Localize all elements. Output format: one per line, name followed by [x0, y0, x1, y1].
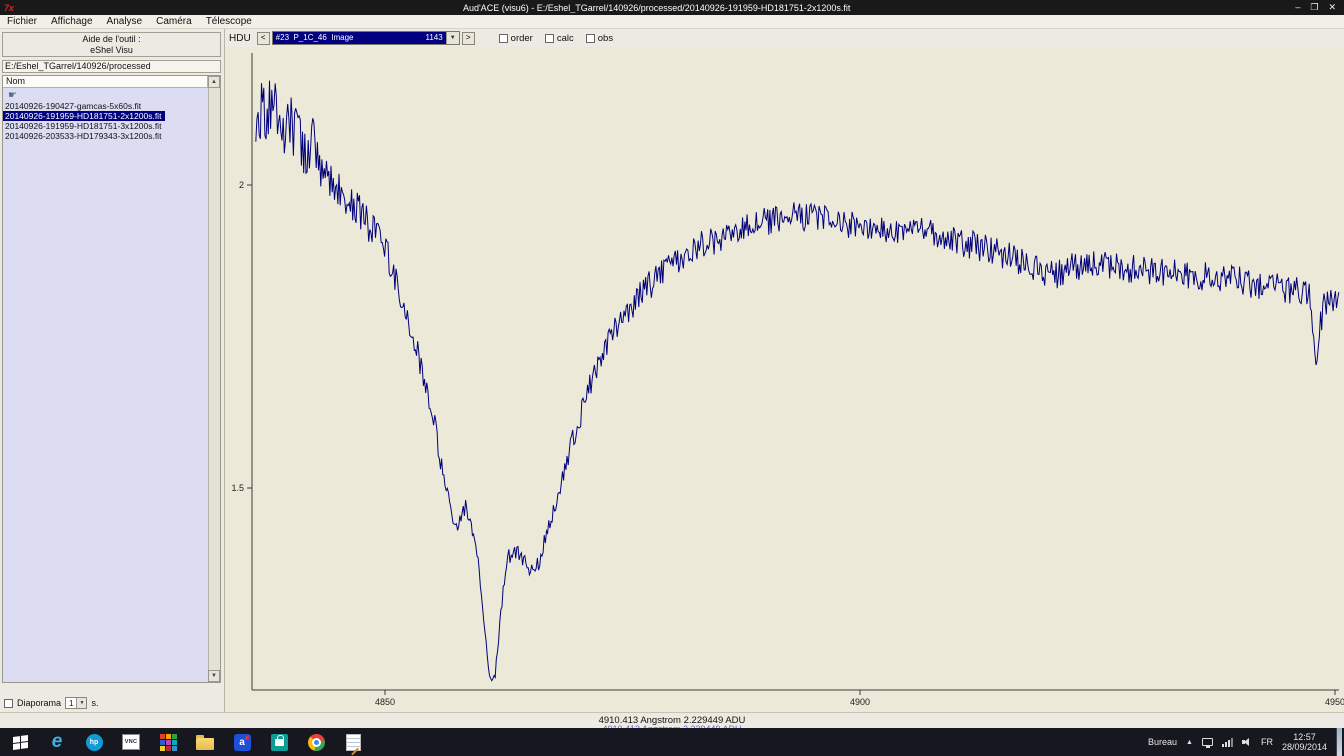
tool-help-line2: eShel Visu [3, 45, 220, 56]
sidebar: Aide de l'outil : eShel Visu E:/Eshel_TG… [0, 29, 225, 712]
file-item[interactable]: 20140926-191959-HD181751-2x1200s.fit [3, 111, 165, 121]
main-area: HDU < #23 P_1C_46 Image 1143 ▼ > order ca… [225, 29, 1344, 712]
menu-bar: FichierAffichageAnalyseCaméraTélescope [0, 15, 1344, 29]
hdu-selected-value: #23 P_1C_46 Image 1143 [273, 32, 446, 44]
audace-taskbar-button[interactable]: a [230, 729, 254, 755]
file-item[interactable]: 20140926-203533-HD179343-3x1200s.fit [3, 131, 161, 141]
hand-icon: ☛ [3, 90, 208, 101]
hp-button[interactable]: hp [82, 729, 106, 755]
display-options: order calc obs [487, 33, 613, 44]
internet-explorer-button[interactable]: e [45, 729, 69, 755]
hdu-label: HDU [229, 33, 251, 44]
obs-option: obs [586, 33, 613, 44]
svg-text:2: 2 [239, 180, 244, 190]
file-explorer-button[interactable] [193, 729, 217, 755]
tool-help-box: Aide de l'outil : eShel Visu [2, 32, 221, 57]
minimize-button[interactable]: – [1295, 1, 1300, 14]
obs-checkbox-label: obs [598, 33, 613, 44]
start-button[interactable] [8, 729, 32, 755]
windows-logo-icon [13, 734, 28, 749]
notepad-icon [346, 734, 361, 751]
spectrum-plot[interactable]: 2 1.5 4850 4900 4950 [225, 47, 1344, 712]
diaporama-checkbox[interactable] [4, 699, 13, 708]
calc-checkbox[interactable] [545, 34, 554, 43]
taskbar: e hp VNC a Bureau ▲ [0, 728, 1344, 756]
close-button[interactable]: ✕ [1328, 1, 1336, 14]
hdu-index: 1143 [425, 32, 442, 44]
calc-option: calc [545, 33, 574, 44]
column-header-nom[interactable]: Nom [3, 76, 208, 88]
file-item[interactable]: 20140926-190427-gamcas-5x60s.fit [3, 101, 141, 111]
clock[interactable]: 12:57 28/09/2014 [1282, 732, 1327, 752]
display-tray-icon[interactable] [1202, 738, 1213, 746]
menu-fichier[interactable]: Fichier [0, 15, 44, 28]
diaporama-label: Diaporama [17, 698, 61, 708]
svg-text:4950: 4950 [1325, 697, 1344, 707]
obs-checkbox[interactable] [586, 34, 595, 43]
order-option: order [499, 33, 533, 44]
menu-camera[interactable]: Caméra [149, 15, 199, 28]
show-hidden-icons-button[interactable]: ▲ [1186, 739, 1193, 746]
desktop-toolbar-label[interactable]: Bureau [1148, 737, 1177, 747]
svg-text:4850: 4850 [375, 697, 395, 707]
window-title: Aud'ACE (visu6) - E:/Eshel_TGarrel/14092… [18, 3, 1295, 13]
spectrum-chart: 2 1.5 4850 4900 4950 [225, 47, 1344, 712]
language-indicator[interactable]: FR [1261, 737, 1273, 747]
order-checkbox[interactable] [499, 34, 508, 43]
hdu-toolbar: HDU < #23 P_1C_46 Image 1143 ▼ > order ca… [225, 29, 1344, 47]
menu-affichage[interactable]: Affichage [44, 15, 100, 28]
hdu-next-button[interactable]: > [462, 32, 475, 45]
audace-window: 7x Aud'ACE (visu6) - E:/Eshel_TGarrel/14… [0, 0, 1344, 756]
windows-store-button[interactable] [267, 729, 291, 755]
tray-time: 12:57 [1282, 732, 1327, 742]
diaporama-controls: Diaporama 1 ▼ s. [4, 697, 99, 709]
chrome-button[interactable] [304, 729, 328, 755]
diaporama-unit: s. [91, 698, 98, 708]
pixel-app-icon [160, 734, 177, 751]
windows-store-icon [271, 734, 288, 751]
hdu-value: #23 P_1C_46 Image [276, 32, 354, 44]
system-tray: Bureau ▲ FR 12:57 28/09/2014 [1148, 728, 1344, 756]
file-item[interactable]: 20140926-191959-HD181751-3x1200s.fit [3, 121, 161, 131]
internet-explorer-icon: e [52, 732, 63, 752]
file-explorer-icon [196, 738, 214, 750]
tray-date: 28/09/2014 [1282, 742, 1327, 752]
file-list-scrollbar[interactable] [208, 88, 220, 670]
title-bar[interactable]: 7x Aud'ACE (visu6) - E:/Eshel_TGarrel/14… [0, 0, 1344, 15]
network-tray-icon[interactable] [1222, 738, 1233, 747]
svg-text:4900: 4900 [850, 697, 870, 707]
order-checkbox-label: order [511, 33, 533, 44]
diaporama-dropdown-icon[interactable]: ▼ [76, 698, 86, 708]
notepad-button[interactable] [341, 729, 365, 755]
tool-help-line1: Aide de l'outil : [3, 34, 220, 45]
scrollbar-up-icon[interactable]: ▲ [208, 76, 220, 88]
svg-text:1.5: 1.5 [231, 483, 244, 493]
show-desktop-button[interactable] [1336, 728, 1342, 756]
app-icon: 7x [4, 3, 14, 13]
scrollbar-down-icon[interactable]: ▼ [208, 670, 220, 682]
diaporama-interval-value: 1 [66, 699, 76, 708]
hp-icon: hp [86, 734, 103, 751]
diaporama-interval-select[interactable]: 1 ▼ [65, 697, 87, 709]
menu-analyse[interactable]: Analyse [100, 15, 150, 28]
file-browser: Nom ▲ ☛ 20140926-190427-gamcas-5x60s.fit… [2, 75, 221, 683]
menu-telescope[interactable]: Télescope [199, 15, 259, 28]
audace-icon: a [234, 734, 251, 751]
current-path[interactable]: E:/Eshel_TGarrel/140926/processed [2, 60, 221, 73]
vnc-viewer-icon: VNC [122, 734, 140, 750]
vnc-viewer-button[interactable]: VNC [119, 729, 143, 755]
hdu-select[interactable]: #23 P_1C_46 Image 1143 ▼ [272, 31, 460, 45]
hdu-prev-button[interactable]: < [257, 32, 270, 45]
maximize-button[interactable]: ❐ [1310, 1, 1318, 14]
chrome-icon [308, 734, 325, 751]
calc-checkbox-label: calc [557, 33, 574, 44]
pixel-app-button[interactable] [156, 729, 180, 755]
volume-tray-icon[interactable] [1242, 738, 1252, 747]
file-list: ☛ 20140926-190427-gamcas-5x60s.fit201409… [3, 88, 208, 682]
hdu-dropdown-icon[interactable]: ▼ [446, 32, 459, 44]
